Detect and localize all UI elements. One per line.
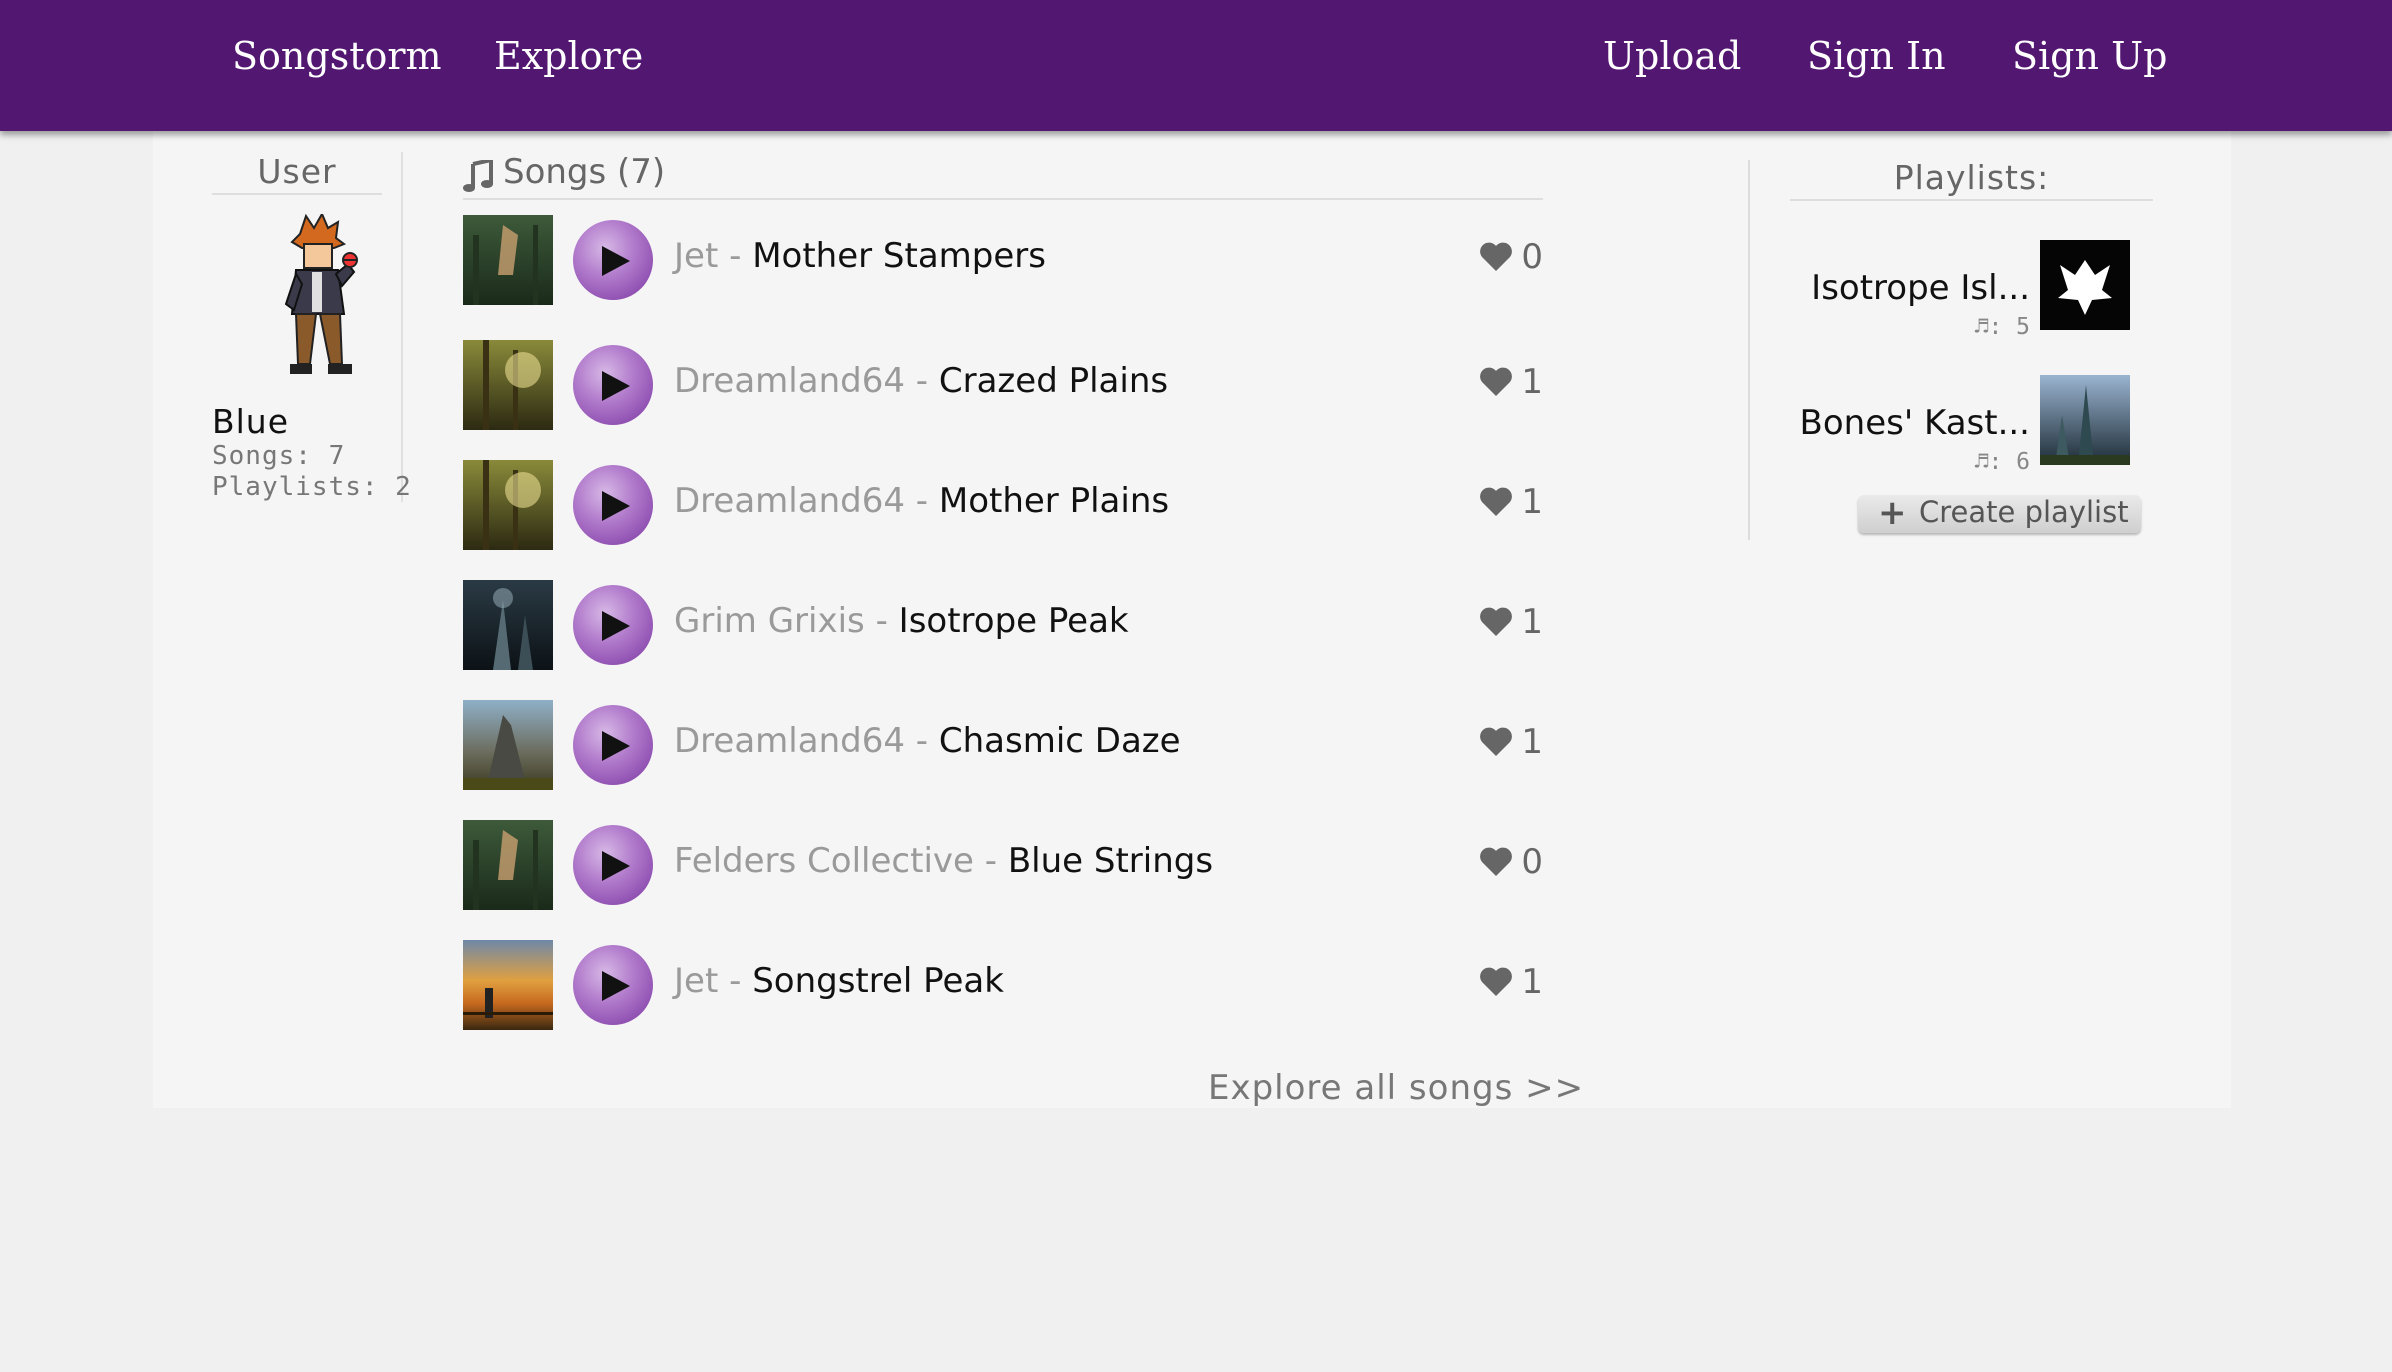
play-icon (602, 971, 630, 1001)
heart-icon[interactable] (1479, 846, 1513, 876)
play-icon (602, 731, 630, 761)
playlist-artwork[interactable] (2040, 375, 2130, 465)
song-artist-link[interactable]: Jet (674, 961, 718, 1001)
play-button[interactable] (573, 825, 653, 905)
song-row: Grim Grixis - Isotrope Peak 1 (463, 580, 1543, 672)
song-title-link[interactable]: Mother Plains (939, 481, 1169, 521)
like-count: 1 (1521, 962, 1543, 1002)
playlist-item[interactable]: Isotrope Isl... ♬: 5 (1790, 240, 2130, 340)
nav-upload-link[interactable]: Upload (1603, 34, 1741, 78)
like-count: 1 (1521, 362, 1543, 402)
play-button[interactable] (573, 705, 653, 785)
user-column-divider (401, 152, 403, 502)
plus-icon: + (1878, 493, 1907, 533)
songs-section-header: Songs (7) (463, 150, 1543, 200)
play-icon (602, 371, 630, 401)
heart-icon[interactable] (1479, 241, 1513, 271)
song-row: Dreamland64 - Crazed Plains 1 (463, 340, 1543, 432)
playlist-name[interactable]: Isotrope Isl... (1811, 268, 2030, 308)
avatar[interactable] (278, 211, 358, 388)
play-icon (602, 246, 630, 276)
song-separator: - (915, 481, 929, 521)
song-title-link[interactable]: Songstrel Peak (752, 961, 1004, 1001)
song-artist-link[interactable]: Dreamland64 (674, 481, 905, 521)
song-separator: - (915, 721, 929, 761)
playlist-artwork[interactable] (2040, 240, 2130, 330)
create-playlist-label: Create playlist (1919, 495, 2129, 529)
create-playlist-button[interactable]: + Create playlist (1858, 493, 2141, 533)
song-artwork[interactable] (463, 820, 553, 910)
songs-section-title: Songs (7) (503, 152, 666, 192)
play-button[interactable] (573, 345, 653, 425)
song-artwork[interactable] (463, 580, 553, 670)
music-note-icon: ♬ (1974, 449, 1989, 475)
song-separator: - (984, 841, 998, 881)
song-row: Dreamland64 - Chasmic Daze 1 (463, 700, 1543, 792)
song-artist-link[interactable]: Dreamland64 (674, 721, 905, 761)
song-artist-link[interactable]: Grim Grixis (674, 601, 865, 641)
song-title-link[interactable]: Chasmic Daze (939, 721, 1181, 761)
playlist-song-count: ♬: 5 (1974, 314, 2030, 340)
heart-icon[interactable] (1479, 966, 1513, 996)
song-artwork[interactable] (463, 215, 553, 305)
like-count: 0 (1521, 842, 1543, 882)
play-button[interactable] (573, 945, 653, 1025)
song-artwork[interactable] (463, 700, 553, 790)
song-artist-link[interactable]: Jet (674, 236, 718, 276)
play-icon (602, 851, 630, 881)
music-note-icon (463, 157, 493, 196)
play-button[interactable] (573, 585, 653, 665)
song-title-link[interactable]: Crazed Plains (939, 361, 1168, 401)
nav-sign-up-link[interactable]: Sign Up (2012, 34, 2167, 78)
song-row: Jet - Songstrel Peak 1 (463, 940, 1543, 1032)
song-artwork[interactable] (463, 460, 553, 550)
heart-icon[interactable] (1479, 366, 1513, 396)
heart-icon[interactable] (1479, 726, 1513, 756)
song-separator: - (915, 361, 929, 401)
song-title-link[interactable]: Blue Strings (1008, 841, 1213, 881)
user-name[interactable]: Blue (212, 402, 289, 441)
brand-link[interactable]: Songstorm (232, 34, 442, 78)
nav-explore-link[interactable]: Explore (494, 34, 643, 78)
song-title-link[interactable]: Isotrope Peak (899, 601, 1129, 641)
music-note-icon: ♬ (1974, 314, 1989, 340)
playlist-item[interactable]: Bones' Kast... ♬: 6 (1790, 375, 2130, 475)
playlist-name[interactable]: Bones' Kast... (1800, 403, 2030, 443)
song-separator: - (729, 236, 742, 276)
song-title-link[interactable]: Mother Stampers (752, 236, 1046, 276)
top-navbar: Songstorm Explore Upload Sign In Sign Up (0, 0, 2392, 131)
user-songs-count: Songs: 7 (212, 441, 346, 471)
song-separator: - (729, 961, 742, 1001)
song-artist-link[interactable]: Felders Collective (674, 841, 974, 881)
play-button[interactable] (573, 465, 653, 545)
play-icon (602, 491, 630, 521)
song-row: Dreamland64 - Mother Plains 1 (463, 460, 1543, 552)
user-section: User (212, 152, 382, 195)
like-count: 1 (1521, 602, 1543, 642)
user-section-header: User (212, 152, 382, 195)
heart-icon[interactable] (1479, 606, 1513, 636)
playlists-section-header: Playlists: (1790, 158, 2153, 201)
play-button[interactable] (573, 220, 653, 300)
like-count: 1 (1521, 722, 1543, 762)
like-count: 1 (1521, 482, 1543, 522)
explore-all-songs-link[interactable]: Explore all songs >> (1208, 1068, 1584, 1108)
like-count: 0 (1521, 237, 1543, 277)
song-separator: - (875, 601, 888, 641)
song-artwork[interactable] (463, 940, 553, 1030)
song-row: Felders Collective - Blue Strings 0 (463, 820, 1543, 912)
song-artwork[interactable] (463, 340, 553, 430)
song-artist-link[interactable]: Dreamland64 (674, 361, 905, 401)
heart-icon[interactable] (1479, 486, 1513, 516)
song-row: Jet - Mother Stampers 0 (463, 215, 1543, 307)
play-icon (602, 611, 630, 641)
user-playlists-count: Playlists: 2 (212, 472, 412, 502)
nav-sign-in-link[interactable]: Sign In (1807, 34, 1946, 78)
playlists-column-divider (1748, 160, 1750, 540)
playlist-song-count: ♬: 6 (1974, 449, 2030, 475)
